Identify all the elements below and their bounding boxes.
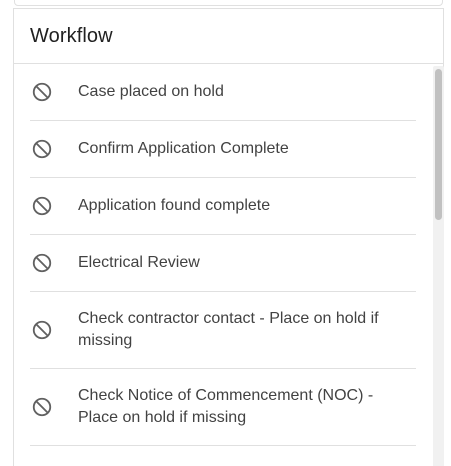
workflow-item-label: Case placed on hold — [78, 83, 224, 100]
block-icon — [30, 318, 54, 342]
workflow-item[interactable]: Check Notice of Commencement (NOC) - Pla… — [30, 369, 416, 446]
workflow-item-label: Check Notice of Commencement (NOC) - Pla… — [78, 387, 374, 426]
scrollbar-thumb[interactable] — [435, 69, 442, 220]
workflow-item-label: Check contractor contact - Place on hold… — [78, 310, 379, 349]
block-icon — [30, 137, 54, 161]
scrollbar[interactable] — [433, 66, 444, 466]
workflow-card: Workflow Case placed on hold Confirm App… — [13, 8, 444, 466]
workflow-item[interactable]: Electrical Review — [30, 235, 416, 292]
workflow-item[interactable]: Case placed on hold — [30, 64, 416, 121]
workflow-item[interactable]: Confirm Application Complete — [30, 121, 416, 178]
previous-card-edge — [14, 0, 443, 6]
workflow-list-container[interactable]: Case placed on hold Confirm Application … — [14, 64, 443, 466]
page: Workflow Case placed on hold Confirm App… — [0, 0, 451, 466]
workflow-item[interactable]: Check contractor contact - Place on hold… — [30, 292, 416, 369]
card-header: Workflow — [14, 9, 443, 64]
workflow-item-label: Electrical Review — [78, 254, 200, 271]
workflow-list: Case placed on hold Confirm Application … — [14, 64, 443, 446]
card-title: Workflow — [30, 24, 113, 47]
block-icon — [30, 251, 54, 275]
block-icon — [30, 395, 54, 419]
workflow-item[interactable]: Application found complete — [30, 178, 416, 235]
block-icon — [30, 80, 54, 104]
workflow-item-label: Application found complete — [78, 197, 271, 214]
workflow-item-label: Confirm Application Complete — [78, 140, 289, 157]
block-icon — [30, 194, 54, 218]
